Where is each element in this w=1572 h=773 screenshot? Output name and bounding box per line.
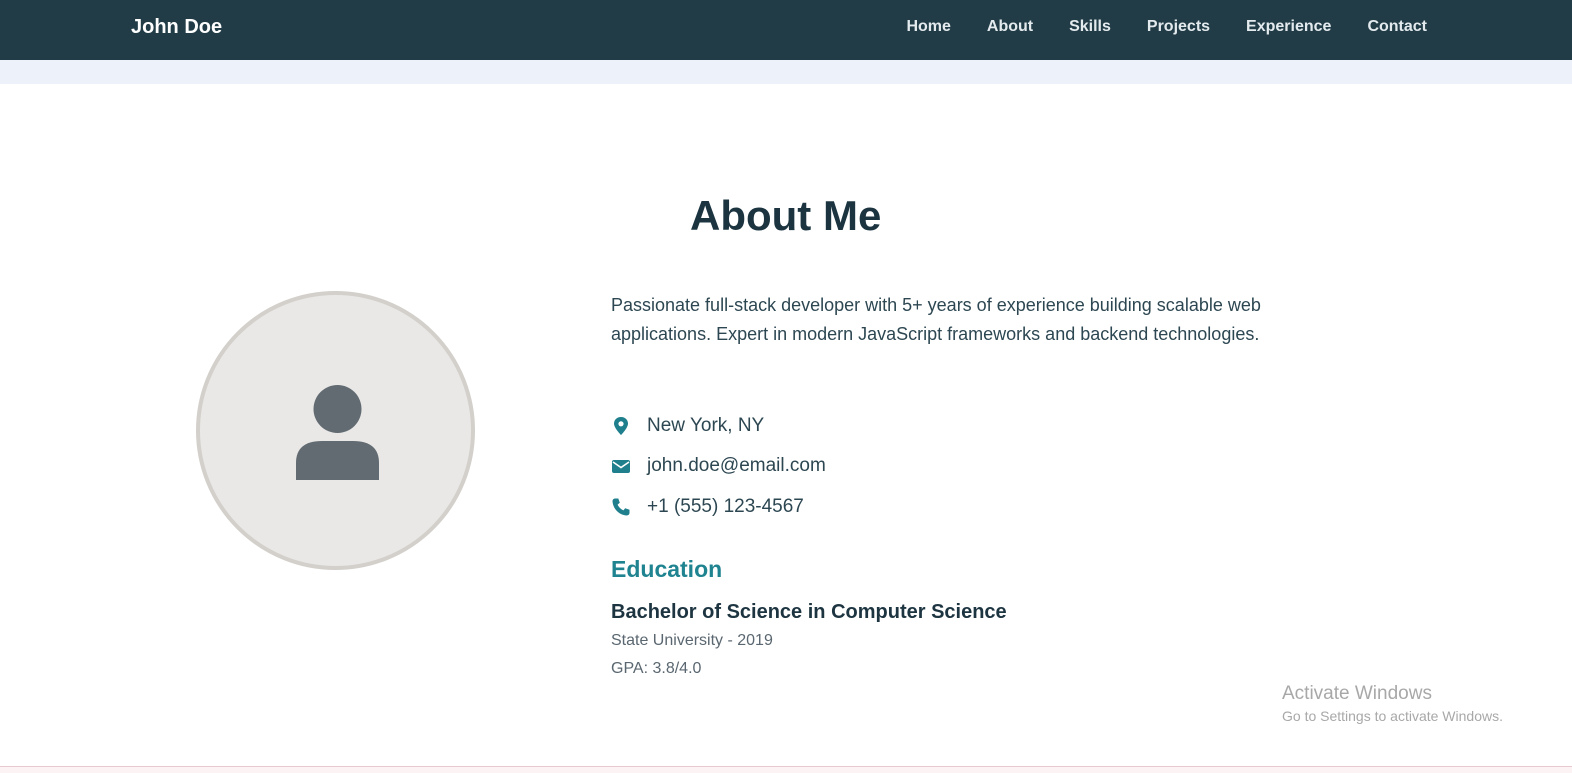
education-gpa: GPA: 3.8/4.0 bbox=[611, 660, 702, 677]
section-divider-strip bbox=[0, 60, 1572, 84]
contact-phone-text[interactable]: +1 (555) 123-4567 bbox=[647, 495, 804, 519]
education-heading: Education bbox=[611, 556, 723, 582]
nav-link-about[interactable]: About bbox=[987, 17, 1033, 37]
activate-windows-title: Activate Windows bbox=[1282, 683, 1432, 704]
contact-location: New York, NY bbox=[611, 414, 764, 438]
contact-location-text: New York, NY bbox=[647, 415, 765, 436]
top-navbar: John Doe Home About Skills Projects Expe… bbox=[0, 0, 1572, 60]
contact-email: john.doe@email.com bbox=[611, 454, 826, 478]
profile-avatar bbox=[196, 291, 475, 570]
site-brand[interactable]: John Doe bbox=[131, 14, 222, 40]
user-icon bbox=[296, 385, 379, 480]
location-pin-icon bbox=[614, 417, 628, 435]
about-heading: About Me bbox=[690, 192, 882, 239]
education-degree: Bachelor of Science in Computer Science bbox=[611, 601, 1007, 623]
nav-links: Home About Skills Projects Experience Co… bbox=[906, 17, 1427, 37]
nav-link-contact[interactable]: Contact bbox=[1367, 17, 1427, 37]
activate-windows-subtitle: Go to Settings to activate Windows. bbox=[1282, 708, 1503, 724]
envelope-icon bbox=[612, 460, 630, 473]
nav-link-home[interactable]: Home bbox=[906, 17, 950, 37]
page-bottom-border bbox=[0, 766, 1572, 773]
about-bio: Passionate full-stack developer with 5+ … bbox=[611, 295, 1261, 344]
education-school: State University - 2019 bbox=[611, 632, 773, 649]
phone-icon bbox=[612, 498, 630, 516]
nav-link-projects[interactable]: Projects bbox=[1147, 17, 1210, 37]
nav-link-experience[interactable]: Experience bbox=[1246, 17, 1331, 37]
contact-email-text[interactable]: john.doe@email.com bbox=[647, 454, 826, 478]
nav-link-skills[interactable]: Skills bbox=[1069, 17, 1111, 37]
contact-phone: +1 (555) 123-4567 bbox=[611, 495, 804, 519]
